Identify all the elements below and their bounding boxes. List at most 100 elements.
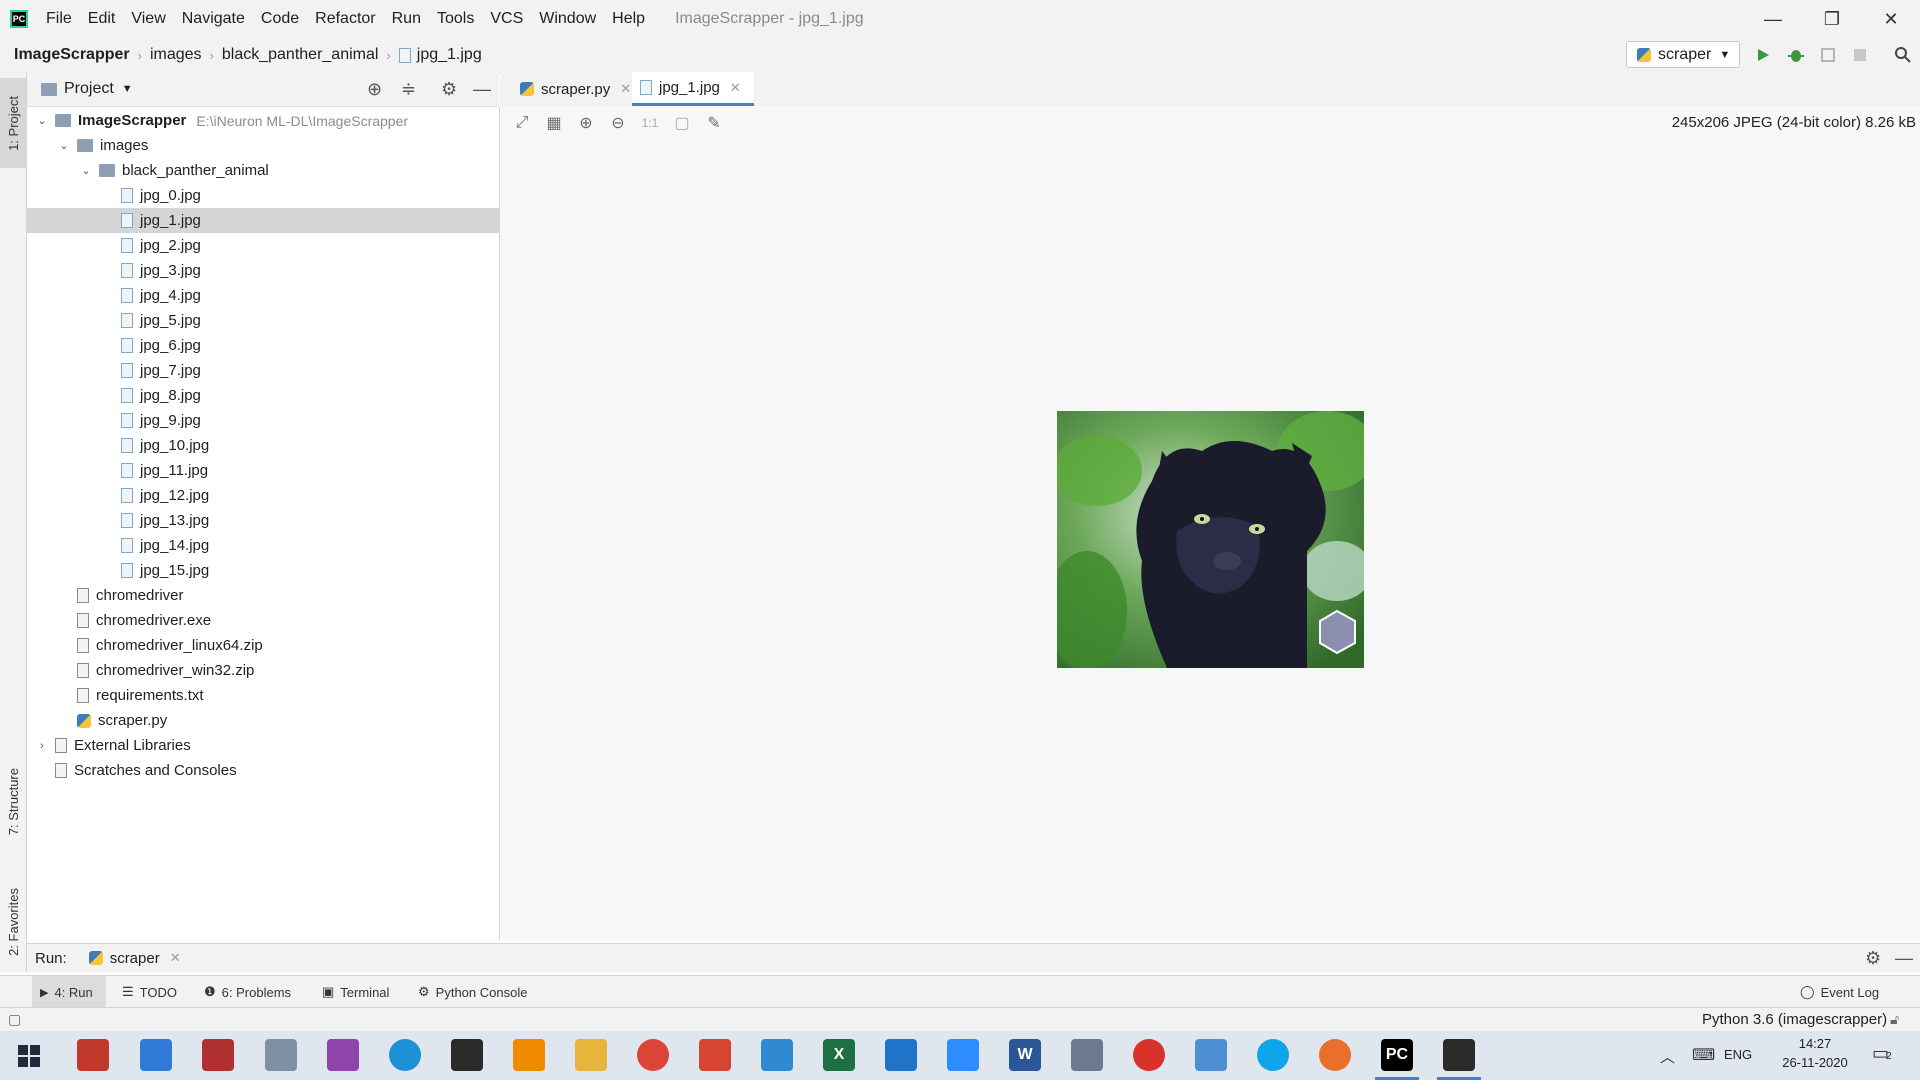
calculator-icon[interactable]	[1071, 1039, 1103, 1071]
restore-button[interactable]: ❐	[1803, 0, 1861, 38]
chevron-up-icon[interactable]: ︿	[1660, 1046, 1675, 1067]
chevron-right-icon[interactable]: ›	[35, 740, 49, 752]
chevron-down-icon[interactable]: ⌄	[35, 114, 49, 127]
color-picker-icon[interactable]: ✎	[698, 108, 730, 138]
tree-file[interactable]: chromedriver	[27, 583, 529, 608]
hide-panel-icon[interactable]: —	[473, 79, 491, 100]
menu-navigate[interactable]: Navigate	[174, 0, 253, 38]
actual-size-icon[interactable]: 1:1	[634, 108, 666, 138]
chevron-down-icon[interactable]: ⌄	[79, 164, 93, 177]
tree-file[interactable]: jpg_2.jpg	[27, 233, 573, 258]
locate-icon[interactable]: ⊕	[367, 79, 382, 100]
tree-file[interactable]: jpg_14.jpg	[27, 533, 573, 558]
zoom-out-icon[interactable]: ⊖	[602, 108, 634, 138]
gear-icon[interactable]: ⚙	[441, 79, 457, 100]
tab-terminal[interactable]: ▣ Terminal	[314, 976, 397, 1008]
breadcrumb-folder[interactable]: black_panther_animal	[218, 46, 383, 64]
zoom-icon[interactable]	[947, 1039, 979, 1071]
tree-folder[interactable]: ⌄ ImageScrapper E:\iNeuron ML-DL\ImageScra…	[27, 108, 507, 133]
app-icon[interactable]	[451, 1039, 483, 1071]
run-configuration-select[interactable]: scraper ▼	[1626, 41, 1740, 68]
tree-file[interactable]: jpg_13.jpg	[27, 508, 573, 533]
tree-file[interactable]: jpg_7.jpg	[27, 358, 573, 383]
project-tool-tab[interactable]: 1: Project	[0, 78, 26, 168]
windows-start-icon[interactable]	[18, 1045, 40, 1071]
tree-folder[interactable]: ⌄ images	[27, 133, 529, 158]
chrome-icon[interactable]	[637, 1039, 669, 1071]
winrar-icon[interactable]	[327, 1039, 359, 1071]
fit-icon[interactable]: ⤢	[506, 108, 538, 138]
app-icon[interactable]	[202, 1039, 234, 1071]
word-icon[interactable]: W	[1009, 1039, 1041, 1071]
gear-icon[interactable]: ⚙	[1865, 948, 1881, 969]
tree-file[interactable]: jpg_10.jpg	[27, 433, 573, 458]
app-icon[interactable]	[77, 1039, 109, 1071]
terminal-app-icon[interactable]	[1437, 1039, 1481, 1080]
store-icon[interactable]	[885, 1039, 917, 1071]
menu-view[interactable]: View	[123, 0, 173, 38]
paint-icon[interactable]	[1195, 1039, 1227, 1071]
tab-python-console[interactable]: ⚙ Python Console	[410, 976, 535, 1008]
tree-file[interactable]: requirements.txt	[27, 683, 529, 708]
app-icon[interactable]	[699, 1039, 731, 1071]
tree-file[interactable]: jpg_11.jpg	[27, 458, 573, 483]
menu-vcs[interactable]: VCS	[482, 0, 531, 38]
tree-file[interactable]: jpg_15.jpg	[27, 558, 573, 583]
menu-help[interactable]: Help	[604, 0, 653, 38]
menu-run[interactable]: Run	[384, 0, 429, 38]
collapse-all-icon[interactable]: ≑	[401, 79, 416, 100]
chevron-down-icon[interactable]: ⌄	[57, 139, 71, 152]
close-icon[interactable]: ✕	[730, 80, 741, 96]
edge-icon[interactable]	[389, 1039, 421, 1071]
debug-button[interactable]	[1785, 44, 1807, 66]
breadcrumb-file[interactable]: jpg_1.jpg	[395, 46, 486, 64]
network-icon[interactable]: ⌨	[1692, 1045, 1715, 1065]
hide-panel-icon[interactable]: —	[1895, 948, 1913, 969]
grid-icon[interactable]: ▦	[538, 108, 570, 138]
tab-jpg-1[interactable]: jpg_1.jpg ✕	[632, 72, 754, 106]
breadcrumb-images[interactable]: images	[146, 46, 206, 64]
tree-file[interactable]: scraper.py	[27, 708, 529, 733]
vlc-icon[interactable]	[513, 1039, 545, 1071]
tree-folder[interactable]: ⌄ black_panther_animal	[27, 158, 551, 183]
background-icon[interactable]: ▢	[666, 108, 698, 138]
close-icon[interactable]: ✕	[170, 950, 181, 966]
favorites-tool-tab[interactable]: 2: Favorites	[0, 872, 26, 972]
python-interpreter[interactable]: Python 3.6 (imagescrapper)	[1702, 1011, 1887, 1028]
menu-window[interactable]: Window	[531, 0, 604, 38]
excel-icon[interactable]: X	[823, 1039, 855, 1071]
app-icon[interactable]	[1133, 1039, 1165, 1071]
notification-button[interactable]: ▭ 2	[1872, 1043, 1898, 1065]
tab-scraper-py[interactable]: scraper.py ✕	[512, 72, 631, 106]
tree-file[interactable]: jpg_6.jpg	[27, 333, 573, 358]
close-icon[interactable]: ✕	[620, 81, 631, 97]
tree-file[interactable]: › External Libraries	[27, 733, 507, 758]
menu-tools[interactable]: Tools	[429, 0, 482, 38]
menu-code[interactable]: Code	[253, 0, 307, 38]
menu-edit[interactable]: Edit	[80, 0, 124, 38]
sync-icon[interactable]	[761, 1039, 793, 1071]
pycharm-icon[interactable]: PC	[1375, 1039, 1419, 1080]
tree-file[interactable]: jpg_4.jpg	[27, 283, 573, 308]
chevron-down-icon[interactable]: ▼	[122, 83, 133, 95]
calendar-icon[interactable]	[140, 1039, 172, 1071]
run-config-tab[interactable]: scraper	[110, 950, 160, 967]
event-log-tab[interactable]: ◯ Event Log	[1792, 976, 1887, 1008]
zoom-in-icon[interactable]: ⊕	[570, 108, 602, 138]
structure-tool-tab[interactable]: 7: Structure	[0, 752, 26, 852]
menu-refactor[interactable]: Refactor	[307, 0, 383, 38]
tree-file[interactable]: chromedriver_win32.zip	[27, 658, 529, 683]
minimize-button[interactable]: —	[1744, 0, 1802, 38]
toggle-tool-windows-icon[interactable]: ▢	[8, 1011, 21, 1028]
menu-file[interactable]: File	[38, 0, 80, 38]
lock-icon[interactable]: 🔓︎	[1890, 1011, 1899, 1028]
tree-file[interactable]: jpg_3.jpg	[27, 258, 573, 283]
tab-problems[interactable]: ❶ 6: Problems	[196, 976, 299, 1008]
tree-file[interactable]: Scratches and Consoles	[27, 758, 507, 783]
skype-icon[interactable]	[1257, 1039, 1289, 1071]
tree-file[interactable]: jpg_1.jpg	[27, 208, 573, 233]
run-button[interactable]	[1752, 44, 1774, 66]
coverage-button[interactable]	[1817, 44, 1839, 66]
tree-file[interactable]: jpg_0.jpg	[27, 183, 573, 208]
clock[interactable]: 14:27 26-11-2020	[1772, 1036, 1858, 1070]
